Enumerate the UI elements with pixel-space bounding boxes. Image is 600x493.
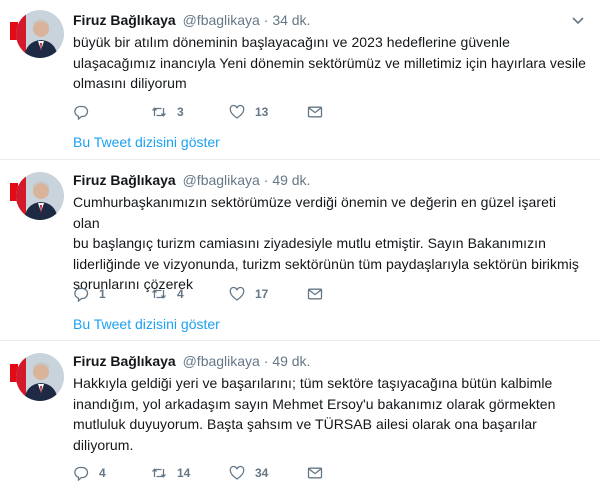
tweet[interactable]: Firuz Bağlıkaya @fbaglikaya · 34 dk. büy… [0, 0, 600, 160]
retweet-icon [152, 107, 166, 117]
separator-dot: · [263, 172, 269, 188]
message-icon [307, 106, 323, 118]
retweet-button[interactable]: 14 [151, 465, 229, 481]
like-button[interactable]: 34 [229, 465, 307, 481]
avatar[interactable] [16, 353, 64, 401]
tweet-header: Firuz Bağlıkaya @fbaglikaya · 49 dk. [73, 351, 586, 373]
direct-message-button[interactable] [307, 286, 385, 302]
tweet-header: Firuz Bağlıkaya @fbaglikaya · 34 dk. [73, 10, 586, 32]
retweet-icon [152, 289, 166, 299]
like-button[interactable]: 13 [229, 104, 307, 120]
retweet-icon [152, 468, 166, 478]
timestamp[interactable]: 34 dk. [272, 12, 310, 28]
retweet-count: 3 [177, 105, 184, 119]
tweet-text-line: liderliğinde ve vizyonunda, turizm sektö… [73, 255, 579, 272]
retweet-count: 14 [177, 466, 191, 480]
avatar[interactable] [16, 172, 64, 220]
tweet-text-line: büyük bir atılım döneminin başlayacağını… [73, 34, 510, 50]
reply-count: 1 [99, 287, 106, 301]
reply-icon [74, 287, 89, 302]
tweet-actions: 4 14 34 [73, 463, 385, 483]
author-handle[interactable]: @fbaglikaya [183, 353, 260, 369]
tweet-text-line: Hakkıyla geldiği yeri ve başarılarını; t… [73, 375, 553, 391]
message-icon [307, 467, 323, 479]
show-thread-link[interactable]: Bu Tweet dizisini göster [73, 134, 220, 150]
reply-icon [74, 466, 89, 481]
tweet-text: Hakkıyla geldiği yeri ve başarılarını; t… [73, 373, 586, 455]
retweet-button[interactable]: 4 [151, 286, 229, 302]
direct-message-button[interactable] [307, 465, 385, 481]
like-count: 34 [255, 466, 269, 480]
reply-count: 4 [99, 466, 106, 480]
like-icon [229, 465, 245, 480]
retweet-button[interactable]: 3 [151, 104, 229, 120]
reply-icon [74, 105, 89, 120]
tweet-actions: 3 13 [73, 102, 385, 122]
tweet-actions: 1 4 17 [73, 284, 385, 304]
direct-message-button[interactable] [307, 104, 385, 120]
like-icon [229, 286, 245, 301]
like-count: 13 [255, 105, 269, 119]
avatar[interactable] [16, 10, 64, 58]
author-name[interactable]: Firuz Bağlıkaya [73, 12, 176, 28]
tweet-text-line: olmasını diliyorum [73, 75, 187, 91]
author-handle[interactable]: @fbaglikaya [183, 172, 260, 188]
retweet-count: 4 [177, 287, 184, 301]
tweet[interactable]: Firuz Bağlıkaya @fbaglikaya · 49 dk. Hak… [0, 342, 600, 493]
author-handle[interactable]: @fbaglikaya [183, 12, 260, 28]
timestamp[interactable]: 49 dk. [272, 353, 310, 369]
timestamp[interactable]: 49 dk. [272, 172, 310, 188]
separator-dot: · [263, 12, 269, 28]
avatar-image [16, 172, 64, 220]
chevron-down-icon[interactable] [570, 12, 586, 28]
avatar-image [16, 353, 64, 401]
tweet-text: Cumhurbaşkanımızın sektörümüze verdiği ö… [73, 192, 586, 295]
tweet[interactable]: Firuz Bağlıkaya @fbaglikaya · 49 dk. Cum… [0, 161, 600, 341]
like-icon [229, 104, 245, 119]
reply-button[interactable] [73, 104, 151, 120]
tweet-text-line: diliyorum. [73, 436, 134, 453]
reply-button[interactable]: 4 [73, 465, 151, 481]
reply-button[interactable]: 1 [73, 286, 151, 302]
like-count: 17 [255, 287, 269, 301]
message-icon [307, 288, 323, 300]
like-button[interactable]: 17 [229, 286, 307, 302]
show-thread-link[interactable]: Bu Tweet dizisini göster [73, 316, 220, 332]
tweet-text: büyük bir atılım döneminin başlayacağını… [73, 32, 586, 94]
tweet-text-line: mutluluk duyuyorum. Başta şahsım ve TÜRS… [73, 416, 537, 432]
tweet-text-line: bu başlangıç turizm camiasını ziyadesiyl… [73, 235, 546, 251]
tweet-text-line: Cumhurbaşkanımızın sektörümüze verdiği ö… [73, 194, 556, 231]
author-name[interactable]: Firuz Bağlıkaya [73, 353, 176, 369]
author-name[interactable]: Firuz Bağlıkaya [73, 172, 176, 188]
avatar-image [16, 10, 64, 58]
tweet-text-line: inandığım, yol arkadaşım sayın Mehmet Er… [73, 395, 556, 412]
separator-dot: · [263, 353, 269, 369]
tweet-header: Firuz Bağlıkaya @fbaglikaya · 49 dk. [73, 170, 586, 192]
tweet-text-line: ulaşacağımız inancıyla Yeni dönemin sekt… [73, 54, 586, 71]
